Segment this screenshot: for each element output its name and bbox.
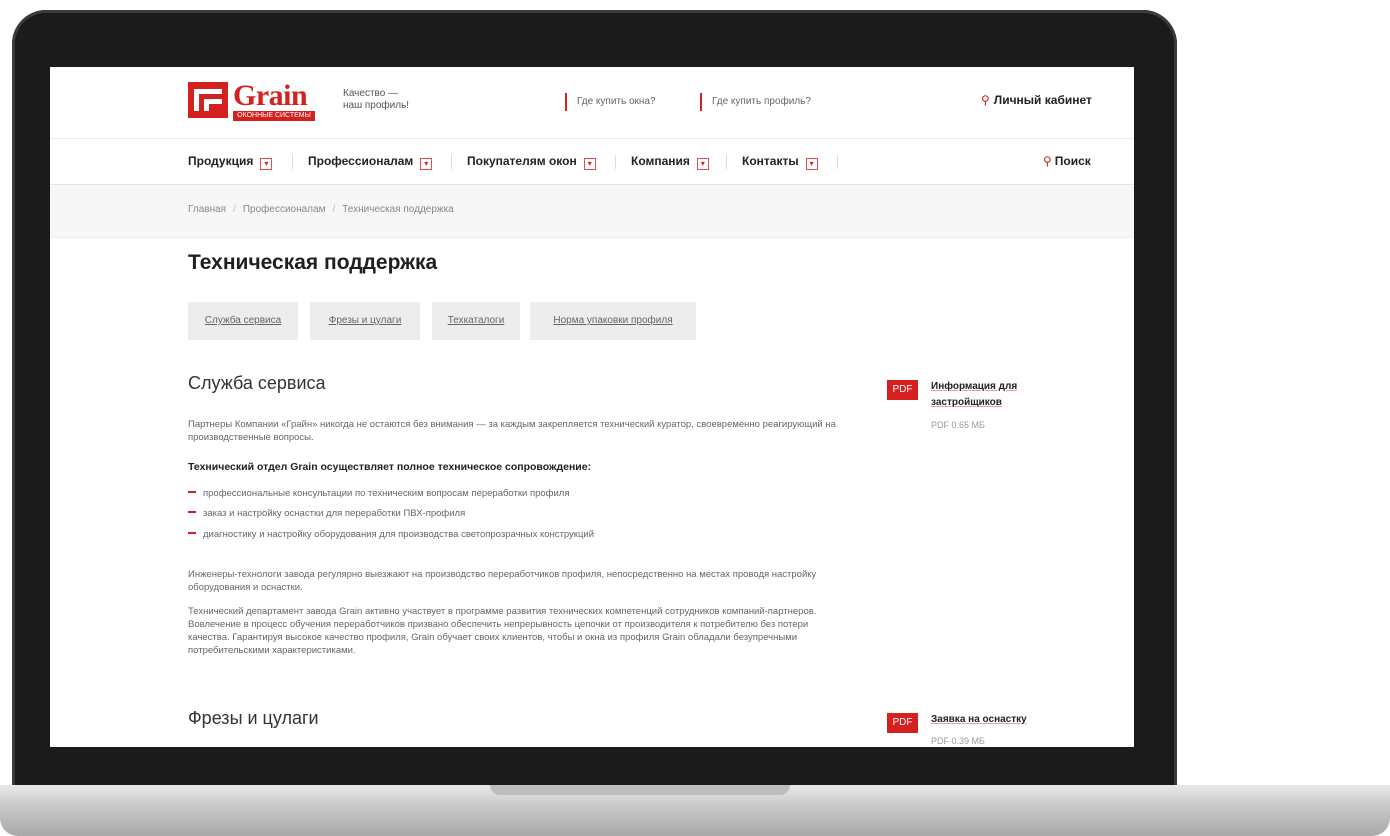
breadcrumb-current: Техническая поддержка [342,204,454,215]
list-item: заказ и настройку оснастки для переработ… [188,508,465,519]
search-label: Поиск [1054,154,1091,168]
personal-account-label: Личный кабинет [993,93,1092,107]
user-icon: ⚲ [981,93,990,107]
chevron-down-icon: ▾ [420,158,433,170]
file-tooling-request[interactable]: PDF Заявка на оснастку PDF 0.39 МБ [887,713,1087,747]
dash-bullet-icon [188,491,196,493]
nav-separator [837,155,838,169]
nav-item-label: Профессионалам [308,154,414,168]
grain-logo[interactable]: Grain ОКОННЫЕ СИСТЕМЫ [188,79,318,122]
slogan-line-2: наш профиль! [343,100,410,111]
breadcrumb-home[interactable]: Главная [188,204,226,215]
breadcrumb-separator: / [233,204,236,215]
section-heading-service: Служба сервиса [188,373,326,393]
chevron-down-icon: ▾ [696,158,709,170]
nav-item-products[interactable]: Продукция ▾ [188,154,273,170]
service-intro: Партнеры Компании «Грайн» никогда не ост… [188,419,836,443]
list-item-text: диагностику и настройку оборудования для… [203,529,595,540]
section-heading-mills: Фрезы и цулаги [188,708,319,728]
service-paragraph-3: Технический департамент завода Grain акт… [188,606,817,656]
file-title[interactable]: Заявка на оснастку [931,712,1027,728]
nav-separator [726,155,727,169]
file-title[interactable]: Информация для застройщиков [931,379,1017,411]
pdf-icon: PDF [887,380,918,400]
logo-mark-icon [188,82,228,118]
tab-service[interactable]: Служба сервиса [188,302,298,340]
laptop-notch [490,785,790,795]
breadcrumb-separator: / [332,204,336,215]
nav-item-label: Продукция [188,154,254,168]
file-title-line-1: Информация для [931,381,1018,392]
file-meta: PDF 0.39 МБ [931,736,985,746]
nav-item-label: Контакты [742,154,799,168]
breadcrumb: Главная / Профессионалам / Техническая подде… [188,204,454,215]
nav-item-label: Покупателям окон [467,154,577,168]
service-paragraph-2: Инженеры-технологи завода регулярно выез… [188,569,817,593]
browser-screen: Grain ОКОННЫЕ СИСТЕМЫ Качество — наш про… [50,67,1134,747]
tab-catalogs[interactable]: Техкаталоги [432,302,520,340]
page-title: Техническая поддержка [188,251,438,274]
pdf-icon: PDF [887,713,918,733]
file-meta: PDF 0.65 МБ [931,420,985,430]
nav-item-buyers[interactable]: Покупателям окон ▾ [467,154,596,170]
logo-word: Grain [233,79,308,112]
site-header: Grain ОКОННЫЕ СИСТЕМЫ Качество — наш про… [50,67,1134,139]
personal-account-link[interactable]: ⚲ Личный кабинет [981,93,1092,107]
logo-subtitle: ОКОННЫЕ СИСТЕМЫ [233,111,315,121]
chevron-down-icon: ▾ [583,158,596,170]
nav-item-label: Компания [631,154,690,168]
service-bold-statement: Технический отдел Grain осуществляет пол… [188,461,592,473]
slogan-line-1: Качество — [343,88,399,99]
chevron-down-icon: ▾ [260,158,273,170]
where-buy-windows-link[interactable]: Где купить окна? [565,93,656,111]
tab-packaging[interactable]: Норма упаковки профиля [530,302,696,340]
where-buy-profile-link[interactable]: Где купить профиль? [700,93,811,111]
file-title-line-2: застройщиков [931,397,1002,408]
nav-item-contacts[interactable]: Контакты ▾ [742,154,818,170]
nav-item-company[interactable]: Компания ▾ [631,154,709,170]
tab-mills[interactable]: Фрезы и цулаги [310,302,420,340]
dash-bullet-icon [188,511,196,513]
main-nav: Продукция ▾ Профессионалам ▾ Покупателям о… [50,139,1134,185]
chevron-down-icon: ▾ [805,158,818,170]
nav-separator [451,155,452,169]
list-item: профессиональные консультации по техниче… [188,488,569,499]
list-item-text: заказ и настройку оснастки для переработ… [203,508,466,519]
list-item: диагностику и настройку оборудования для… [188,529,594,540]
nav-separator [292,155,293,169]
dash-bullet-icon [188,532,196,534]
search-icon: ⚲ [1043,154,1052,168]
nav-separator [615,155,616,169]
search-button[interactable]: ⚲ Поиск [1043,154,1091,168]
laptop-frame: Grain ОКОННЫЕ СИСТЕМЫ Качество — наш про… [0,0,1390,836]
breadcrumb-band: Главная / Профессионалам / Техническая подде… [50,186,1134,238]
nav-item-professionals[interactable]: Профессионалам ▾ [308,154,433,170]
list-item-text: профессиональные консультации по техниче… [203,488,570,499]
slogan: Качество — наш профиль! [343,88,409,112]
file-developers-info[interactable]: PDF Информация для застройщиков PDF 0.65 … [887,380,1087,440]
breadcrumb-professionals[interactable]: Профессионалам [243,204,326,215]
